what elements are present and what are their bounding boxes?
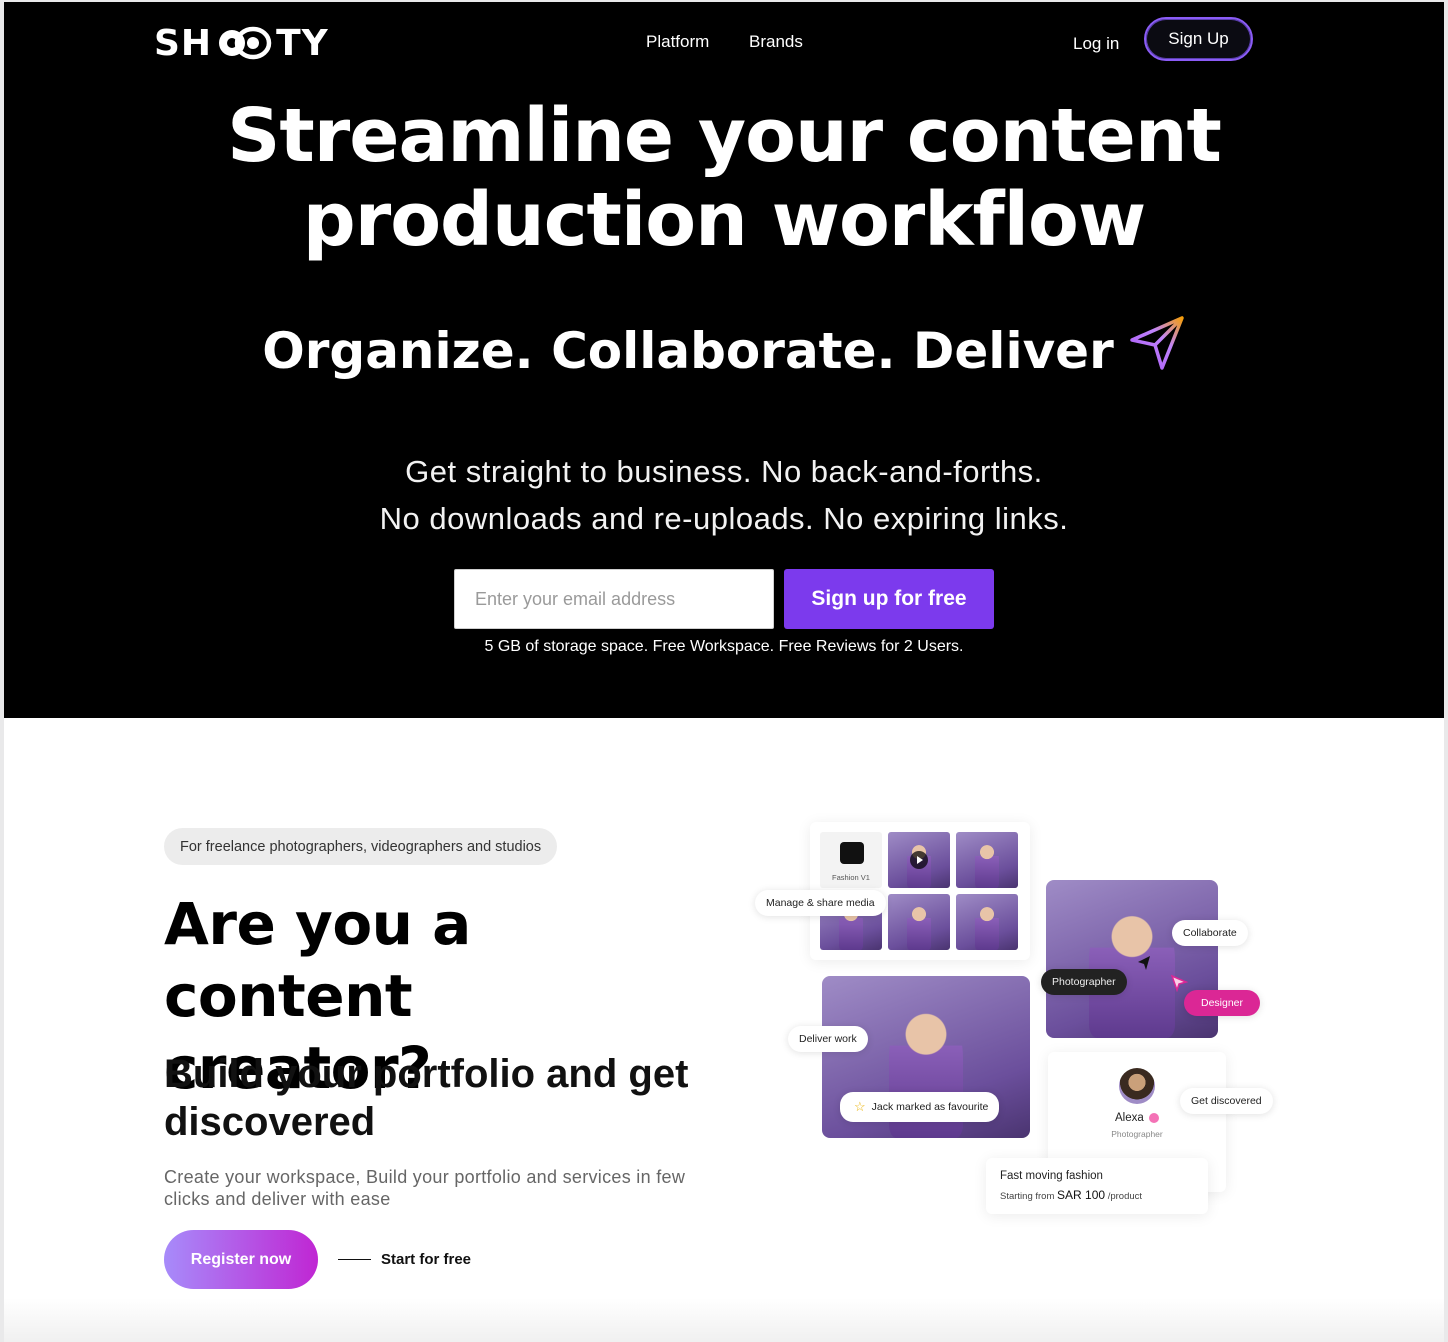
service-title: Fast moving fashion xyxy=(1000,1170,1103,1182)
start-divider xyxy=(338,1259,371,1260)
signup-button[interactable]: Sign Up xyxy=(1144,17,1253,61)
start-for-free-link[interactable]: Start for free xyxy=(381,1251,471,1268)
shooty-logo[interactable]: SH TY xyxy=(154,22,329,64)
audience-pill: For freelance photographers, videographe… xyxy=(164,828,558,865)
photographer-chip: Photographer xyxy=(1041,969,1127,995)
profile-name: Alexa xyxy=(1115,1112,1144,1124)
profile-role: Photographer xyxy=(1111,1129,1163,1139)
verified-icon xyxy=(1148,1112,1159,1123)
deliver-work-chip: Deliver work xyxy=(788,1026,868,1052)
avatar xyxy=(1119,1068,1155,1104)
folder-label: Fashion V1 xyxy=(832,873,870,882)
nav-platform[interactable]: Platform xyxy=(646,32,709,52)
hero-tagline: Organize. Collaborate. Deliver xyxy=(4,316,1444,380)
star-icon: ☆ xyxy=(854,1099,866,1114)
service-unit: /product xyxy=(1107,1191,1143,1202)
play-icon xyxy=(910,851,928,869)
signup-free-button[interactable]: Sign up for free xyxy=(784,569,994,629)
folder-icon xyxy=(840,842,864,864)
hero-headline: Streamline your content production workf… xyxy=(4,94,1444,262)
favourite-text: Jack marked as favourite xyxy=(871,1101,989,1113)
sub-line-2: No downloads and re-uploads. No expiring… xyxy=(379,501,1069,536)
creator-title-line-1: Are you a content xyxy=(164,890,471,1030)
logo-text-right: TY xyxy=(276,22,329,64)
service-price: SAR 100 xyxy=(1057,1188,1106,1202)
storage-note: 5 GB of storage space. Free Workspace. F… xyxy=(484,638,964,655)
email-input[interactable] xyxy=(454,569,774,629)
nav-brands[interactable]: Brands xyxy=(749,32,803,52)
service-card: Fast moving fashion Starting from SAR 10… xyxy=(986,1158,1208,1214)
sub-line-1: Get straight to business. No back-and-fo… xyxy=(405,454,1043,489)
login-link[interactable]: Log in xyxy=(1073,34,1119,54)
headline-line-1: Streamline your content xyxy=(227,93,1222,179)
favourite-chip: ☆ Jack marked as favourite xyxy=(840,1092,1000,1122)
media-thumb xyxy=(888,894,950,950)
get-discovered-chip: Get discovered xyxy=(1180,1088,1273,1114)
manage-share-chip: Manage & share media xyxy=(755,890,886,916)
register-button[interactable]: Register now xyxy=(164,1230,318,1289)
hero-subtext: Get straight to business. No back-and-fo… xyxy=(4,448,1444,542)
media-thumb xyxy=(956,894,1018,950)
page: SH TY Platform Brands Log in Sign Up Str… xyxy=(4,2,1444,1342)
paper-plane-icon xyxy=(1128,314,1186,372)
logo-eye-icon xyxy=(213,25,275,61)
service-price-row: Starting from SAR 100 /product xyxy=(1000,1188,1142,1202)
folder-tile: Fashion V1 xyxy=(820,832,882,888)
tagline-text: Organize. Collaborate. Deliver xyxy=(262,322,1114,380)
cursor-icon xyxy=(1136,954,1152,977)
designer-chip: Designer xyxy=(1184,990,1260,1016)
media-thumb xyxy=(888,832,950,888)
collaborate-chip: Collaborate xyxy=(1172,920,1248,946)
service-prefix: Starting from xyxy=(1000,1191,1055,1202)
headline-line-2: production workflow xyxy=(302,177,1147,263)
media-thumb xyxy=(956,832,1018,888)
creator-subtitle: Build your portfolio and get discovered xyxy=(164,1052,689,1144)
creator-description: Create your workspace, Build your portfo… xyxy=(164,1167,686,1209)
section-fade xyxy=(4,1298,1444,1342)
hero-section: SH TY Platform Brands Log in Sign Up Str… xyxy=(4,2,1444,718)
designer-cursor-icon xyxy=(1170,974,1189,997)
logo-text-left: SH xyxy=(154,22,213,64)
